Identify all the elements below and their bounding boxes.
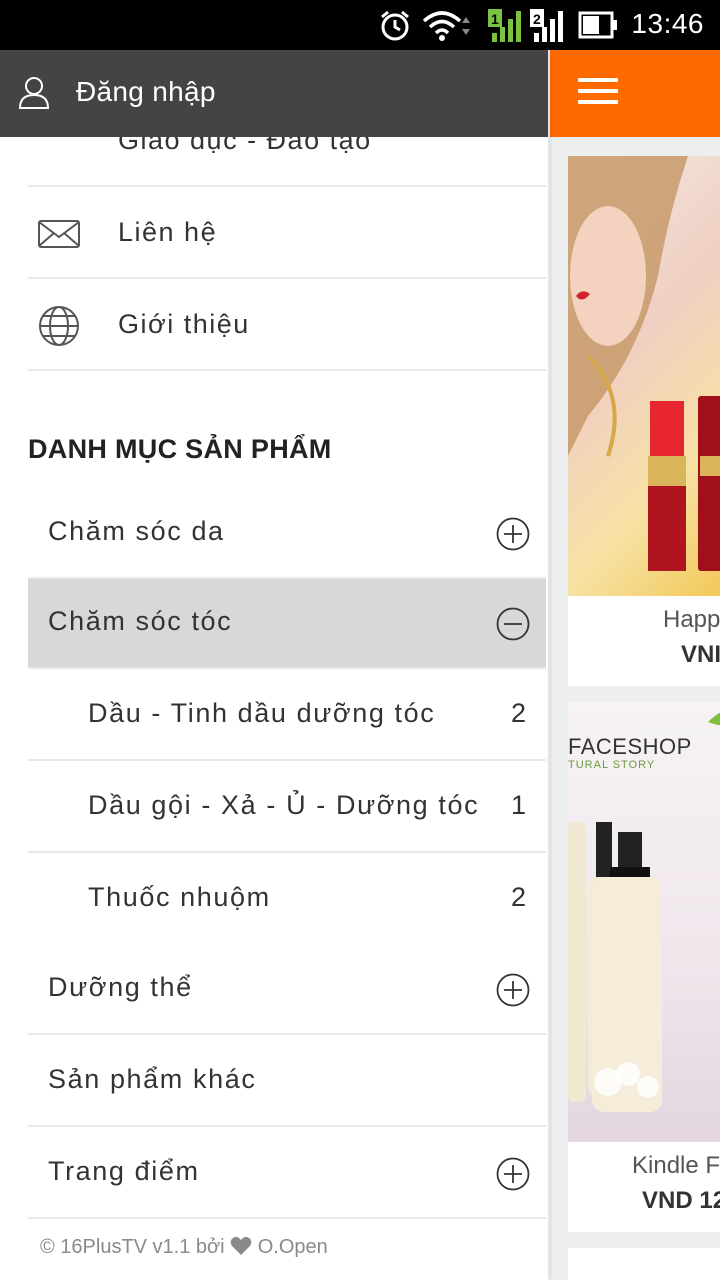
category-label: Chăm sóc da [48,516,225,546]
footer-suffix[interactable]: O.Open [258,1236,328,1258]
envelope-icon [38,220,80,248]
subcategory-label: Dầu - Tinh dầu dưỡng tóc [88,698,436,728]
nav-item-about[interactable]: Giới thiệu [28,279,546,371]
lipstick-model-illustration [568,156,720,571]
product-price: VND 12 [642,1187,720,1214]
drawer-header[interactable]: Đăng nhập [0,50,548,137]
product-price: VNI [681,641,720,668]
product-image[interactable]: FACESHOP TURAL STORY [568,702,720,1142]
subcategory-count: 2 [510,698,526,728]
education-icon [43,133,75,137]
product-card[interactable]: Happ VNI [568,156,720,686]
user-icon [18,77,50,109]
nav-item-label: Giới thiệu [118,309,250,339]
sim2-signal-icon: 2 [530,9,563,42]
minus-circle-icon[interactable] [496,607,530,641]
sim1-signal-icon: 1 [488,9,521,42]
nav-item-label: Liên hệ [118,217,218,247]
wifi-icon [422,11,470,41]
plus-circle-icon[interactable] [496,1157,530,1191]
globe-icon [39,306,79,346]
subcategory-hair-oil[interactable]: Dầu - Tinh dầu dưỡng tóc 2 [28,671,546,761]
category-other-products[interactable]: Sản phẩm khác [28,1037,546,1127]
product-tagline: TURAL STORY [568,759,656,771]
category-skin-care[interactable]: Chăm sóc da [28,489,546,579]
sim1-label: 1 [491,11,499,27]
subcategory-label: Thuốc nhuộm [88,882,271,912]
battery-icon [578,11,617,39]
product-name[interactable]: Kindle F [568,1152,720,1180]
subcategory-hair-dye[interactable]: Thuốc nhuộm 2 [28,855,546,945]
category-label: Dưỡng thể [48,972,193,1002]
login-link[interactable]: Đăng nhập [76,76,216,108]
category-makeup[interactable]: Trang điểm [28,1129,546,1219]
product-card[interactable]: FACESHOP TURAL STORY Kindle F VND 12 [568,702,720,1232]
status-bar: 1 2 13:46 [0,0,720,50]
main-content: Happ VNI FACESHOP TURAL STORY Kindle F V… [550,50,720,1280]
subcategory-count: 1 [510,790,526,820]
footer-credit: © 16PlusTV v1.1 bởi O.Open [40,1236,328,1259]
nav-item-contact[interactable]: Liên hệ [28,187,546,279]
category-label: Chăm sóc tóc [48,606,233,636]
product-brand: FACESHOP [568,734,692,759]
hamburger-menu-icon[interactable] [578,78,618,108]
heart-icon [230,1236,252,1255]
app-top-bar [550,50,720,137]
product-name[interactable]: Happ [568,606,720,634]
sim2-label: 2 [533,11,541,27]
clock: 13:46 [631,8,704,39]
category-hair-care[interactable]: Chăm sóc tóc [28,579,546,669]
product-card[interactable] [568,1248,720,1280]
category-label: Sản phẩm khác [48,1064,257,1094]
subcategory-count: 2 [510,882,526,912]
product-image[interactable] [568,156,720,596]
category-label: Trang điểm [48,1156,200,1186]
footer-prefix: © 16PlusTV v1.1 bởi [40,1236,225,1258]
alarm-icon [381,10,409,41]
subcategory-shampoo[interactable]: Dầu gội - Xả - Ủ - Dưỡng tóc 1 [28,763,546,853]
product-category-heading: DANH MỤC SẢN PHẨM [28,434,332,464]
navigation-drawer: Đăng nhập Giáo dục - Đào tạo Liên hệ Giớ… [0,50,548,1280]
category-body-care[interactable]: Dưỡng thể [28,945,546,1035]
subcategory-label: Dầu gội - Xả - Ủ - Dưỡng tóc [88,790,480,820]
plus-circle-icon[interactable] [496,517,530,551]
plus-circle-icon[interactable] [496,973,530,1007]
